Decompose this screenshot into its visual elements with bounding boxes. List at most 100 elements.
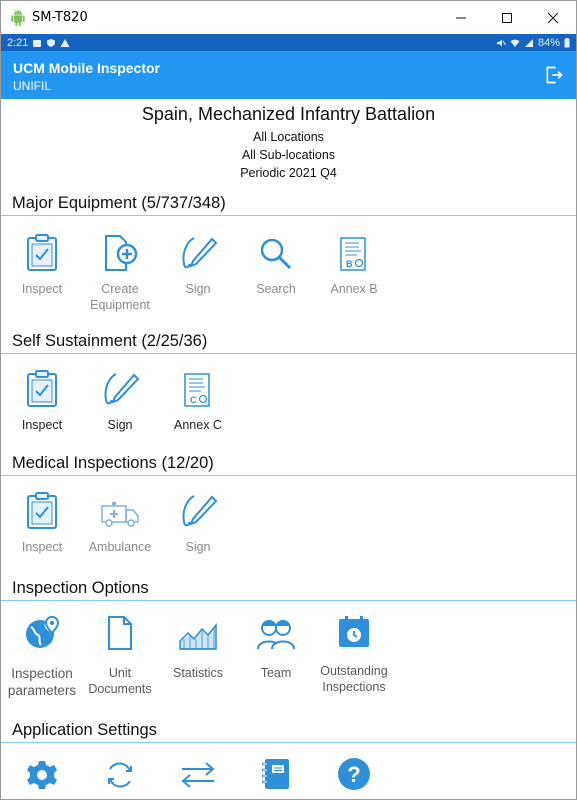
self-inspect-button[interactable]: Inspect [3, 354, 81, 451]
signature-pen-icon [182, 495, 218, 527]
clipboard-check-icon [27, 370, 57, 407]
window-title-bar: SM-T820 [1, 1, 576, 34]
add-document-icon [105, 235, 138, 271]
window-title: SM-T820 [32, 10, 88, 25]
svg-text:?: ? [347, 762, 360, 787]
area-chart-icon [179, 622, 217, 650]
options-grid: Inspection parameters Unit Documents Sta… [1, 601, 576, 716]
maximize-icon [502, 12, 512, 23]
signature-pen-icon [182, 237, 218, 269]
minimize-button[interactable] [438, 1, 484, 34]
annex-b-button[interactable]: B Annex B [315, 216, 393, 316]
refresh-icon [108, 762, 132, 788]
sublocation-filter[interactable]: All Sub-locations [1, 146, 576, 164]
tile-label: Sign [185, 540, 211, 554]
create-equipment-button[interactable]: Create Equipment [81, 216, 159, 316]
tile-label: Annex B [330, 282, 378, 296]
medical-inspect-button[interactable]: Inspect [3, 476, 81, 576]
annex-b-document-icon: B [340, 237, 366, 271]
maximize-button[interactable] [484, 1, 530, 34]
gear-icon [27, 761, 57, 789]
notebook-icon [262, 759, 289, 789]
tile-label: Inspection parameters [7, 666, 77, 698]
app-title: UCM Mobile Inspector [13, 60, 161, 76]
tile-label: Unit Documents [88, 666, 152, 696]
ambulance-icon [101, 502, 139, 527]
help-button[interactable]: ? [315, 743, 393, 799]
mute-icon [496, 39, 506, 46]
annex-c-button[interactable]: C Annex C [159, 354, 237, 451]
unit-name: Spain, Mechanized Infantry Battalion [141, 104, 436, 124]
clipboard-check-icon [27, 234, 57, 271]
shield-notification-icon [47, 38, 56, 47]
section-title-major-equipment: Major Equipment (5/737/348) [12, 194, 226, 212]
app-window: SM-T820 2:21 84% UCM Mobile Inspector UN… [0, 0, 577, 800]
calendar-clock-icon [339, 616, 369, 647]
tile-label: Statistics [172, 666, 223, 680]
settings-grid: ? [1, 743, 576, 799]
search-icon [260, 238, 292, 270]
major-sign-button[interactable]: Sign [159, 216, 237, 316]
section-title-self-sustainment: Self Sustainment (2/25/36) [12, 332, 208, 350]
unit-documents-button[interactable]: Unit Documents [81, 601, 159, 716]
status-time: 2:21 [7, 36, 29, 49]
outstanding-inspections-button[interactable]: Outstanding Inspections [315, 601, 393, 716]
tile-label: Inspect [21, 540, 63, 554]
inspection-parameters-button[interactable]: Inspection parameters [3, 601, 81, 716]
document-icon [108, 616, 132, 650]
self-sign-button[interactable]: Sign [81, 354, 159, 451]
svg-text:B: B [346, 259, 353, 269]
tile-label: Create Equipment [90, 282, 150, 312]
close-icon [547, 12, 559, 23]
tile-label: Ambulance [88, 540, 152, 554]
team-icon [257, 620, 295, 650]
notification-icon [33, 39, 42, 47]
transfer-arrows-icon [181, 762, 215, 788]
svg-text:C: C [190, 395, 197, 405]
tile-label: Sign [185, 282, 211, 296]
minimize-icon [456, 17, 466, 18]
app-bar: UCM Mobile Inspector UNIFIL [1, 51, 576, 99]
close-button[interactable] [530, 1, 576, 34]
wifi-icon [510, 39, 520, 47]
tile-label: Inspect [21, 418, 63, 432]
section-title-application-settings: Application Settings [12, 721, 157, 739]
period-filter[interactable]: Periodic 2021 Q4 [1, 164, 576, 182]
unit-header: Spain, Mechanized Infantry Battalion All… [1, 99, 576, 182]
battery-percent: 84% [537, 36, 560, 49]
app-subtitle: UNIFIL [13, 79, 52, 93]
tile-label: Search [256, 282, 296, 296]
help-icon: ? [338, 758, 370, 790]
statistics-button[interactable]: Statistics [159, 601, 237, 716]
medical-grid: Inspect Ambulance Sign [1, 476, 576, 576]
logout-icon[interactable] [544, 65, 564, 85]
warning-icon [60, 38, 70, 47]
ambulance-button[interactable]: Ambulance [81, 476, 159, 576]
medical-sign-button[interactable]: Sign [159, 476, 237, 576]
battery-icon [564, 37, 570, 47]
transfer-button[interactable] [159, 743, 237, 799]
tile-label: Annex C [174, 418, 222, 432]
section-title-inspection-options: Inspection Options [12, 579, 149, 597]
annex-c-document-icon: C [184, 373, 210, 407]
clipboard-check-icon [27, 492, 57, 529]
globe-location-icon [26, 615, 60, 648]
android-icon [11, 9, 25, 26]
tile-label: Inspect [21, 282, 63, 296]
tile-label: Sign [107, 418, 133, 432]
major-search-button[interactable]: Search [237, 216, 315, 316]
section-title-medical-inspections: Medical Inspections (12/20) [12, 454, 214, 472]
settings-button[interactable] [3, 743, 81, 799]
notebook-button[interactable] [237, 743, 315, 799]
refresh-button[interactable] [81, 743, 159, 799]
tile-label: Outstanding Inspections [320, 664, 388, 694]
signal-icon [524, 38, 533, 47]
team-button[interactable]: Team [237, 601, 315, 716]
signature-pen-icon [104, 373, 140, 405]
status-bar: 2:21 84% [1, 34, 576, 51]
major-inspect-button[interactable]: Inspect [3, 216, 81, 316]
location-filter[interactable]: All Locations [1, 128, 576, 146]
tile-label: Team [260, 666, 292, 680]
self-sustainment-grid: Inspect Sign C Annex C [1, 354, 576, 451]
major-equipment-grid: Inspect Create Equipment Sign Search B A… [1, 216, 576, 316]
